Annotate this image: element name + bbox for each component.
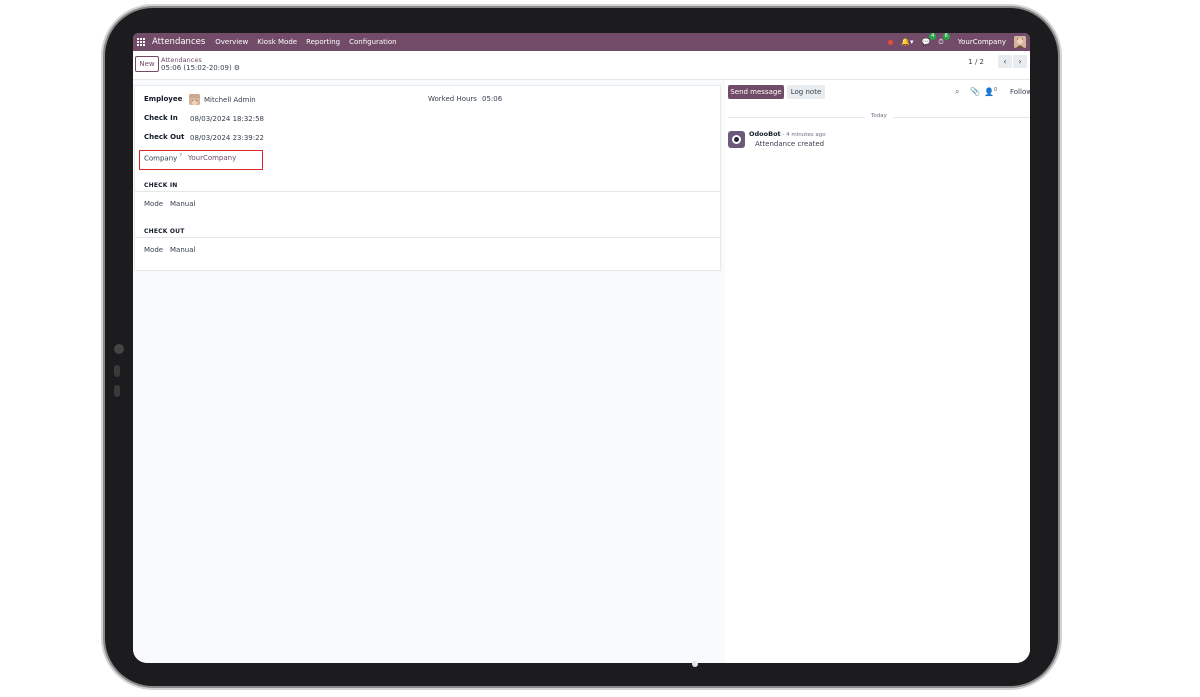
- employee-avatar: [189, 94, 200, 105]
- message-author: OdooBot - 4 minutes ago: [749, 130, 826, 138]
- divider: [135, 237, 720, 238]
- followers-count: 0: [993, 87, 998, 93]
- chevron-left-icon: ‹: [1003, 57, 1007, 66]
- author-name[interactable]: OdooBot: [749, 130, 781, 138]
- date-separator: Today: [865, 113, 893, 119]
- check-out-section-title: CHECK OUT: [144, 228, 185, 235]
- search-icon[interactable]: ⌕: [955, 87, 959, 97]
- user-avatar[interactable]: [1014, 36, 1026, 48]
- worked-hours-label: Worked Hours: [428, 95, 477, 103]
- check-out-label: Check Out: [144, 133, 185, 141]
- company-switcher[interactable]: YourCompany: [958, 38, 1006, 46]
- record-name: 05:06 (15:02-20:09): [161, 64, 232, 72]
- check-in-field[interactable]: 08/03/2024 18:32:58: [190, 115, 264, 123]
- menu-overview[interactable]: Overview: [215, 38, 248, 46]
- form-area: Employee Mitchell Admin Worked Hours 05:…: [133, 80, 1030, 663]
- activities-icon[interactable]: ⏱ 6: [938, 33, 950, 47]
- check-in-mode-label: Mode: [144, 200, 164, 208]
- paperclip-icon[interactable]: 📎: [970, 87, 980, 96]
- breadcrumb-current: 05:06 (15:02-20:09) ⚙: [161, 64, 240, 72]
- control-panel: New Attendances 05:06 (15:02-20:09) ⚙ 1 /…: [133, 51, 1030, 80]
- follow-button[interactable]: Follow: [1010, 88, 1030, 96]
- messages-icon[interactable]: 💬 4: [922, 33, 937, 46]
- company-label-text: Company: [144, 154, 178, 163]
- worked-hours-field[interactable]: 05:06: [482, 95, 502, 103]
- message-body: Attendance created: [755, 140, 825, 148]
- tablet-home-indicator: [692, 661, 698, 667]
- breadcrumb-parent[interactable]: Attendances: [161, 56, 202, 64]
- company-label: Company?: [144, 153, 182, 162]
- bell-icon[interactable]: 🔔▾: [901, 38, 913, 46]
- activities-badge: 6: [942, 33, 950, 40]
- send-message-button[interactable]: Send message: [728, 85, 784, 99]
- screen: Attendances Overview Kiosk Mode Reportin…: [133, 33, 1030, 663]
- check-in-label: Check In: [144, 114, 178, 122]
- company-field[interactable]: YourCompany: [188, 154, 236, 162]
- check-out-mode-field[interactable]: Manual: [170, 246, 195, 254]
- divider: [135, 191, 720, 192]
- employee-label: Employee: [144, 95, 183, 103]
- log-note-button[interactable]: Log note: [787, 85, 825, 99]
- check-in-section-title: CHECK IN: [144, 182, 178, 189]
- messages-badge: 4: [929, 33, 937, 40]
- menu-kiosk-mode[interactable]: Kiosk Mode: [257, 38, 297, 46]
- new-button[interactable]: New: [135, 56, 159, 72]
- menu-configuration[interactable]: Configuration: [349, 38, 396, 46]
- app-name[interactable]: Attendances: [152, 37, 205, 47]
- pager-value[interactable]: 1 / 2: [968, 58, 984, 66]
- check-out-field[interactable]: 08/03/2024 23:39:22: [190, 134, 264, 142]
- gear-icon[interactable]: ⚙: [234, 64, 240, 72]
- odoobot-avatar[interactable]: [728, 131, 745, 148]
- chevron-right-icon: ›: [1018, 57, 1022, 66]
- form-sheet: Employee Mitchell Admin Worked Hours 05:…: [134, 85, 721, 271]
- user-icon: 👤: [984, 87, 994, 97]
- top-navbar: Attendances Overview Kiosk Mode Reportin…: [133, 33, 1030, 51]
- tablet-camera: [114, 344, 124, 354]
- tablet-side-button: [114, 385, 120, 397]
- pager-previous-button[interactable]: ‹: [998, 55, 1012, 68]
- pager-next-button[interactable]: ›: [1013, 55, 1027, 68]
- chatter-panel: Send message Log note ⌕ 📎 👤0 Follow Toda…: [725, 80, 1030, 663]
- apps-menu-icon[interactable]: [137, 37, 146, 47]
- followers-button[interactable]: 👤0: [984, 87, 997, 97]
- tablet-side-button: [114, 365, 120, 377]
- message-time: - 4 minutes ago: [780, 132, 826, 138]
- status-dot-icon[interactable]: [888, 39, 894, 45]
- employee-field[interactable]: Mitchell Admin: [204, 96, 256, 104]
- check-out-mode-label: Mode: [144, 246, 164, 254]
- help-tooltip-icon[interactable]: ?: [179, 153, 182, 159]
- check-in-mode-field[interactable]: Manual: [170, 200, 195, 208]
- menu-reporting[interactable]: Reporting: [306, 38, 340, 46]
